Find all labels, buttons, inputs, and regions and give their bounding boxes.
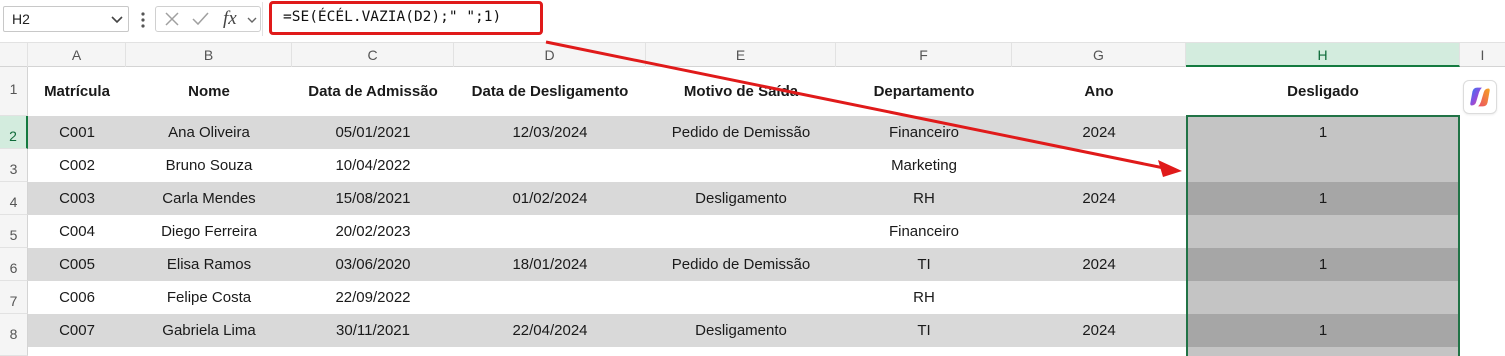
- column-header-b[interactable]: B: [126, 43, 292, 67]
- row-header-8[interactable]: 8: [0, 314, 28, 356]
- column-header-f[interactable]: F: [836, 43, 1012, 67]
- cell-e6[interactable]: Pedido de Demissão: [646, 248, 836, 281]
- header-motivo-saida[interactable]: Motivo de Saída: [646, 67, 836, 116]
- cell-e4[interactable]: Desligamento: [646, 182, 836, 215]
- cell-f6[interactable]: TI: [836, 248, 1012, 281]
- cell-g7[interactable]: [1012, 281, 1186, 314]
- cell-c8[interactable]: 30/11/2021: [292, 314, 454, 347]
- header-data-desligamento[interactable]: Data de Desligamento: [454, 67, 646, 116]
- select-all-corner[interactable]: [0, 43, 28, 67]
- chevron-down-icon[interactable]: [110, 14, 124, 26]
- cell-b4[interactable]: Carla Mendes: [126, 182, 292, 215]
- name-box[interactable]: H2: [3, 6, 129, 32]
- cell-g3[interactable]: [1012, 149, 1186, 182]
- cell-d5[interactable]: [454, 215, 646, 248]
- column-header-i[interactable]: I: [1460, 43, 1505, 67]
- cell-e8[interactable]: Desligamento: [646, 314, 836, 347]
- cell-a8[interactable]: C007: [28, 314, 126, 347]
- cell-a5[interactable]: C004: [28, 215, 126, 248]
- cell-d3[interactable]: [454, 149, 646, 182]
- cell-h3[interactable]: [1186, 149, 1460, 182]
- cell-a7[interactable]: C006: [28, 281, 126, 314]
- cell-h7[interactable]: [1186, 281, 1460, 314]
- cell-c4[interactable]: 15/08/2021: [292, 182, 454, 215]
- row-header-4[interactable]: 4: [0, 182, 28, 215]
- cell-h6[interactable]: 1: [1186, 248, 1460, 281]
- row-header-1[interactable]: 1: [0, 67, 28, 116]
- header-nome[interactable]: Nome: [126, 67, 292, 116]
- name-box-value: H2: [12, 11, 30, 27]
- h-fill-9: [1186, 347, 1460, 356]
- cancel-x-icon[interactable]: [165, 12, 179, 26]
- cell-f3[interactable]: Marketing: [836, 149, 1012, 182]
- cell-g6[interactable]: 2024: [1012, 248, 1186, 281]
- cell-h4[interactable]: 1: [1186, 182, 1460, 215]
- cell-b3[interactable]: Bruno Souza: [126, 149, 292, 182]
- cell-b7[interactable]: Felipe Costa: [126, 281, 292, 314]
- header-desligado[interactable]: Desligado: [1186, 67, 1460, 116]
- formula-highlight-box: [269, 1, 543, 35]
- cell-c3[interactable]: 10/04/2022: [292, 149, 454, 182]
- cell-e3[interactable]: [646, 149, 836, 182]
- cell-f8[interactable]: TI: [836, 314, 1012, 347]
- column-header-e[interactable]: E: [646, 43, 836, 67]
- cell-g8[interactable]: 2024: [1012, 314, 1186, 347]
- column-header-g[interactable]: G: [1012, 43, 1186, 67]
- cell-f4[interactable]: RH: [836, 182, 1012, 215]
- cell-g5[interactable]: [1012, 215, 1186, 248]
- row-header-7[interactable]: 7: [0, 281, 28, 314]
- cell-c6[interactable]: 03/06/2020: [292, 248, 454, 281]
- cell-h2[interactable]: 1: [1186, 116, 1460, 149]
- row-header-3[interactable]: 3: [0, 149, 28, 182]
- cell-b6[interactable]: Elisa Ramos: [126, 248, 292, 281]
- cell-d4[interactable]: 01/02/2024: [454, 182, 646, 215]
- chevron-down-icon[interactable]: [246, 15, 258, 25]
- header-data-admissao[interactable]: Data de Admissão: [292, 67, 454, 116]
- cell-a2[interactable]: C001: [28, 116, 126, 149]
- cell-d7[interactable]: [454, 281, 646, 314]
- formula-controls: fx: [155, 6, 261, 32]
- enter-check-icon[interactable]: [192, 12, 209, 26]
- column-header-d[interactable]: D: [454, 43, 646, 67]
- cell-d8[interactable]: 22/04/2024: [454, 314, 646, 347]
- header-matricula[interactable]: Matrícula: [28, 67, 126, 116]
- copilot-button[interactable]: [1463, 80, 1497, 114]
- cell-c2[interactable]: 05/01/2021: [292, 116, 454, 149]
- cell-e2[interactable]: Pedido de Demissão: [646, 116, 836, 149]
- header-ano[interactable]: Ano: [1012, 67, 1186, 116]
- column-header-c[interactable]: C: [292, 43, 454, 67]
- cell-a3[interactable]: C002: [28, 149, 126, 182]
- cell-b2[interactable]: Ana Oliveira: [126, 116, 292, 149]
- cell-d6[interactable]: 18/01/2024: [454, 248, 646, 281]
- cell-e7[interactable]: [646, 281, 836, 314]
- cell-d2[interactable]: 12/03/2024: [454, 116, 646, 149]
- formula-bar: H2 fx =SE(ÉCÉL.VAZIA(D2);" ";1): [0, 0, 1505, 40]
- cell-f2[interactable]: Financeiro: [836, 116, 1012, 149]
- cell-a6[interactable]: C005: [28, 248, 126, 281]
- cell-f7[interactable]: RH: [836, 281, 1012, 314]
- cell-g4[interactable]: 2024: [1012, 182, 1186, 215]
- cell-e5[interactable]: [646, 215, 836, 248]
- column-header-a[interactable]: A: [28, 43, 126, 67]
- cell-c7[interactable]: 22/09/2022: [292, 281, 454, 314]
- header-departamento[interactable]: Departamento: [836, 67, 1012, 116]
- cell-g2[interactable]: 2024: [1012, 116, 1186, 149]
- cell-b5[interactable]: Diego Ferreira: [126, 215, 292, 248]
- row-header-5[interactable]: 5: [0, 215, 28, 248]
- row-header-2[interactable]: 2: [0, 116, 28, 149]
- cell-f5[interactable]: Financeiro: [836, 215, 1012, 248]
- copilot-icon: [1470, 87, 1490, 107]
- column-headers: A B C D E F G H I: [0, 42, 1505, 67]
- cell-h5[interactable]: [1186, 215, 1460, 248]
- cell-c5[interactable]: 20/02/2023: [292, 215, 454, 248]
- cell-h8[interactable]: 1: [1186, 314, 1460, 347]
- insert-function-button[interactable]: fx: [223, 8, 237, 30]
- cell-a4[interactable]: C003: [28, 182, 126, 215]
- column-header-h[interactable]: H: [1186, 43, 1460, 67]
- row-header-6[interactable]: 6: [0, 248, 28, 281]
- cell-b8[interactable]: Gabriela Lima: [126, 314, 292, 347]
- more-options-icon[interactable]: [140, 10, 146, 30]
